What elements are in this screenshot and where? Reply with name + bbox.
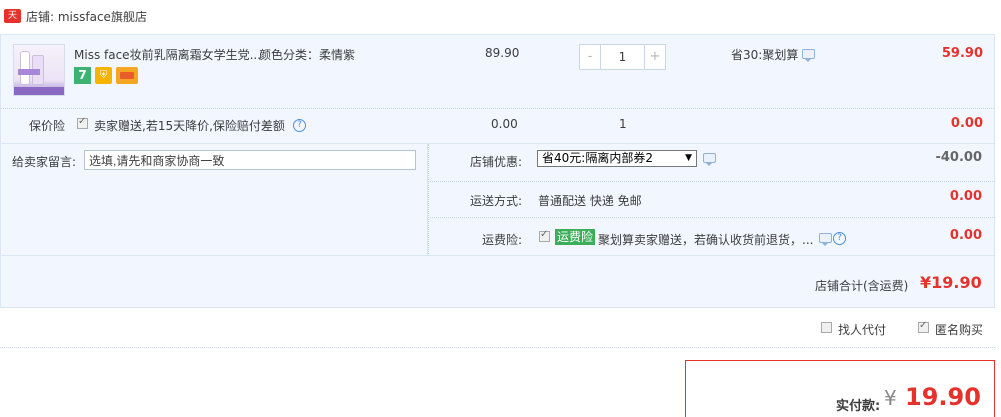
help-icon[interactable]: ? (833, 232, 846, 245)
item-subtotal: 59.90 (941, 46, 983, 61)
divider (0, 347, 995, 348)
product-spec: 颜色分类：柔情紫 (259, 48, 356, 62)
shipping-amount: 0.00 (949, 189, 982, 204)
product-bottle-image (20, 51, 30, 85)
anonymous-purchase-label[interactable]: 匿名购买 (935, 321, 983, 338)
freight-message-icon[interactable] (819, 233, 832, 246)
order-item-block: Miss face妆前乳隔离霜女学生党... 颜色分类：柔情紫 7 ⛨ 89.9… (0, 34, 995, 144)
seller-note-input[interactable] (84, 150, 416, 170)
store-coupon-selected: 省40元:隔离内部券2 (542, 151, 653, 165)
freight-insurance-label: 运费险: (482, 233, 523, 247)
payment-amount: 19.90 (905, 383, 981, 411)
coupon-amount: -40.00 (935, 150, 982, 165)
unit-price: 89.90 (485, 46, 520, 60)
credit-card-icon[interactable] (116, 67, 138, 84)
quantity-decrement-button[interactable]: - (580, 45, 601, 69)
quantity-stepper: - 1 + (579, 44, 666, 70)
shipping-method-value: 普通配送 快递 免邮 (538, 194, 642, 208)
quantity-input[interactable]: 1 (601, 45, 644, 69)
store-name[interactable]: 店铺: missface旗舰店 (26, 8, 147, 25)
price-insurance-quantity: 1 (619, 117, 627, 131)
seven-day-return-icon[interactable]: 7 (74, 67, 91, 84)
anonymous-purchase-checkbox[interactable] (918, 320, 929, 333)
coupon-message-icon[interactable] (703, 153, 716, 166)
quantity-increment-button[interactable]: + (644, 45, 665, 69)
price-insurance-text: 卖家赠送,若15天降价,保险赔付差额 (94, 119, 285, 133)
price-insurance-price: 0.00 (491, 117, 518, 131)
price-insurance-label: 保价险 (29, 119, 66, 133)
shipping-method-label: 运送方式: (470, 194, 523, 208)
freight-insurance-checkbox[interactable] (539, 229, 550, 242)
store-header: 天猫 店铺: missface旗舰店 (0, 0, 1001, 35)
freight-insurance-text: 聚划算卖家赠送，若确认收货前退货，... (598, 233, 814, 247)
price-insurance-checkbox[interactable] (77, 116, 88, 129)
divider (428, 181, 995, 182)
product-thumbnail[interactable] (13, 44, 65, 96)
product-title-link[interactable]: Miss face妆前乳隔离霜女学生党... (74, 46, 261, 63)
store-total-value: ¥19.90 (920, 273, 982, 292)
discount-label: 省30:聚划算 (731, 48, 799, 62)
divider (428, 217, 995, 218)
help-icon[interactable]: ? (293, 119, 306, 132)
friend-pay-checkbox[interactable] (821, 322, 832, 333)
store-total-label: 店铺合计(含运费) (815, 279, 909, 293)
dropdown-arrow-icon: ▼ (685, 153, 692, 163)
currency-symbol: ¥ (884, 386, 897, 410)
tmall-icon: 天猫 (4, 9, 21, 35)
price-insurance-total: 0.00 (950, 116, 983, 131)
freight-insurance-badge: 运费险 (555, 229, 596, 245)
guarantee-shield-icon[interactable]: ⛨ (95, 67, 112, 84)
friend-pay-label[interactable]: 找人代付 (838, 321, 886, 338)
payment-label: 实付款: (836, 399, 881, 414)
store-coupon-select[interactable]: 省40元:隔离内部券2 ▼ (537, 150, 697, 167)
seller-note-label: 给卖家留言: (12, 155, 77, 169)
discount-message-icon[interactable] (802, 49, 815, 62)
divider (1, 108, 994, 109)
freight-insurance-amount: 0.00 (949, 228, 982, 243)
store-coupon-label: 店铺优惠: (470, 155, 523, 169)
